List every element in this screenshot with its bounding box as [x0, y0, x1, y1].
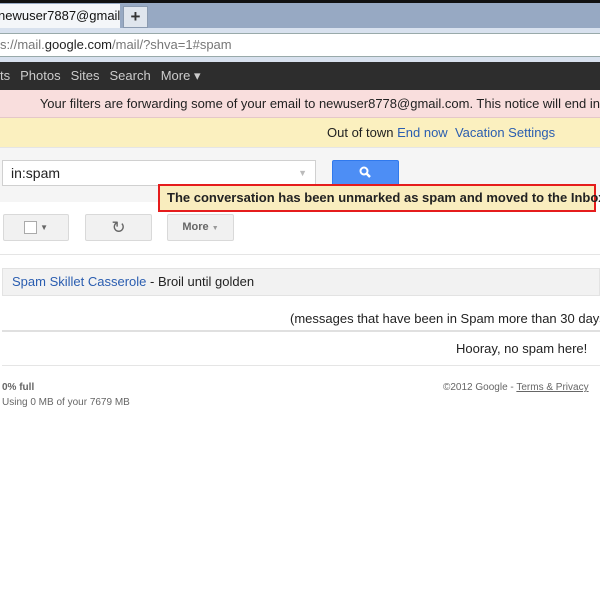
message-sender[interactable]: Spam Skillet Casserole [12, 274, 146, 289]
chevron-down-icon: ▼ [40, 223, 48, 232]
url-path: /mail/?shva=1#spam [112, 37, 232, 52]
spam-note-text: (messages that have been in Spam more th… [290, 311, 600, 326]
nav-item-more[interactable]: More ▾ [161, 68, 201, 83]
search-icon [359, 166, 371, 178]
new-tab-button[interactable]: + [123, 6, 148, 28]
more-label: More [182, 221, 209, 233]
copyright-text: ©2012 Google - [443, 382, 517, 393]
refresh-button[interactable]: ↻ [85, 214, 152, 241]
nav-item-sites[interactable]: Sites [71, 68, 100, 83]
google-nav-bar: ts Photos Sites Search More ▾ [0, 62, 600, 90]
search-input[interactable]: in:spam ▼ [2, 160, 316, 186]
forwarding-text: Your filters are forwarding some of your… [39, 96, 600, 111]
forwarding-notice: Your filters are forwarding some of your… [0, 90, 600, 118]
checkbox-icon[interactable] [24, 220, 37, 234]
storage-usage: Using 0 MB of your 7679 MB [2, 397, 130, 408]
refresh-icon: ↻ [111, 218, 126, 237]
url-domain: google.com [44, 37, 113, 52]
chevron-down-icon: ▼ [211, 225, 219, 232]
empty-spam-message: Hooray, no spam here! [456, 341, 588, 356]
url-prefix: s://mail. [0, 37, 45, 52]
storage-percent: 0% full [2, 382, 35, 393]
select-checkbox-button[interactable]: ▼ [3, 214, 69, 241]
nav-item-search[interactable]: Search [110, 68, 151, 83]
address-bar[interactable]: s://mail.google.com/mail/?shva=1#spam [0, 33, 600, 57]
divider [2, 330, 600, 332]
divider [0, 254, 600, 255]
terms-privacy-link[interactable]: Terms & Privacy [516, 382, 588, 393]
search-value: in:spam [11, 165, 61, 181]
dropdown-arrow-icon[interactable]: ▼ [298, 161, 307, 185]
vacation-label: Out of town [327, 125, 394, 140]
vacation-settings-link[interactable]: Vacation Settings [455, 125, 555, 140]
search-button[interactable] [332, 160, 399, 186]
message-row[interactable]: Spam Skillet Casserole - Broil until gol… [2, 268, 600, 296]
vacation-notice: Out of town End now Vacation Settings [0, 118, 600, 147]
nav-item-photos[interactable]: Photos [20, 68, 60, 83]
more-button[interactable]: More ▼ [167, 214, 234, 241]
divider [2, 365, 600, 366]
spam-unmarked-notification: The conversation has been unmarked as sp… [158, 184, 600, 212]
nav-item-partial[interactable]: ts [0, 68, 10, 83]
end-now-link[interactable]: End now [397, 125, 448, 140]
browser-tab[interactable]: newuser7887@gmail.com [0, 4, 120, 28]
footer-copyright: ©2012 Google - Terms & Privacy [443, 382, 589, 393]
message-snippet: - Broil until golden [146, 274, 255, 289]
